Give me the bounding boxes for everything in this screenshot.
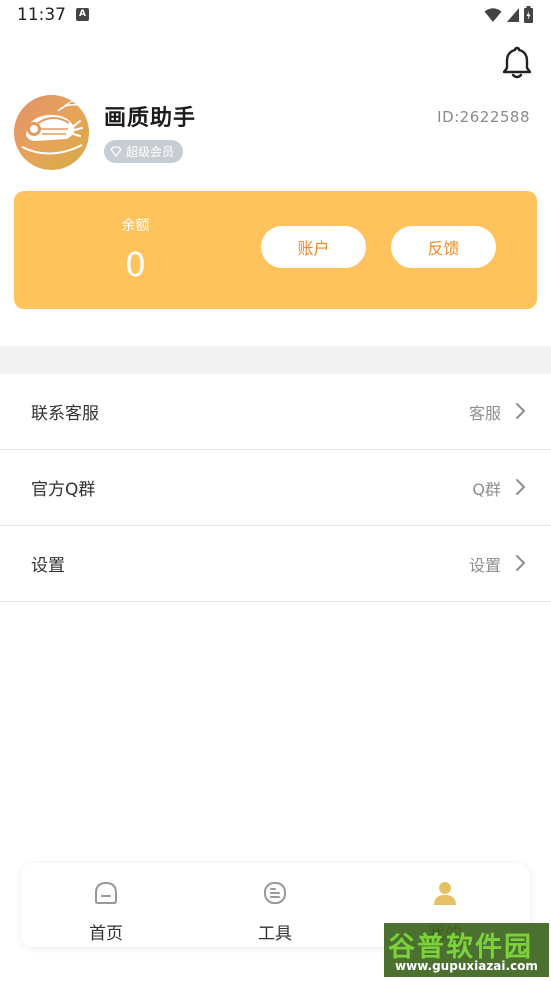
diamond-icon xyxy=(110,146,122,157)
status-time: 11:37 xyxy=(17,5,66,25)
watermark-url: www.gupuxiazai.com xyxy=(395,959,538,973)
profile-icon xyxy=(434,882,456,905)
balance-value: 0 xyxy=(125,245,146,284)
menu-item-qq-group[interactable]: 官方Q群 Q群 xyxy=(0,450,551,526)
vip-badge-label: 超级会员 xyxy=(126,145,175,159)
notification-bell-icon[interactable] xyxy=(499,44,535,80)
tab-home[interactable]: 首页 xyxy=(21,863,191,947)
chevron-right-icon xyxy=(516,555,525,571)
notification-icon: A xyxy=(76,8,89,21)
tools-icon xyxy=(264,882,286,904)
menu-item-settings[interactable]: 设置 设置 xyxy=(0,526,551,602)
chevron-right-icon xyxy=(516,479,525,495)
balance-card: 余额 0 账户 反馈 xyxy=(14,191,537,309)
signal-icon xyxy=(507,7,519,22)
tab-label: 首页 xyxy=(89,924,123,944)
section-divider xyxy=(0,346,551,374)
tab-tools[interactable]: 工具 xyxy=(190,863,360,947)
vip-badge: 超级会员 xyxy=(104,140,184,163)
battery-icon xyxy=(524,6,533,23)
balance-label: 余额 xyxy=(121,218,150,234)
shrimp-logo-icon xyxy=(21,100,83,155)
system-icons xyxy=(484,6,533,23)
menu-item-value: 设置 xyxy=(468,556,501,575)
menu-item-label: 联系客服 xyxy=(31,404,99,424)
menu-item-label: 设置 xyxy=(31,556,65,576)
chevron-right-icon xyxy=(516,403,525,419)
watermark: 谷普软件园 www.gupuxiazai.com xyxy=(384,923,549,977)
tab-label: 工具 xyxy=(258,924,292,944)
wifi-icon xyxy=(484,7,502,22)
menu-item-value: 客服 xyxy=(468,404,501,423)
home-icon xyxy=(95,881,117,904)
menu-item-label: 官方Q群 xyxy=(31,480,96,500)
status-bar: 11:37 A xyxy=(0,0,551,32)
profile-name: 画质助手 xyxy=(104,106,197,131)
menu-item-contact-service[interactable]: 联系客服 客服 xyxy=(0,374,551,450)
menu-item-value: Q群 xyxy=(472,480,501,499)
user-id: ID:2622588 xyxy=(437,108,530,126)
account-button[interactable]: 账户 xyxy=(261,226,366,268)
avatar[interactable] xyxy=(14,95,89,170)
feedback-button[interactable]: 反馈 xyxy=(391,226,496,268)
